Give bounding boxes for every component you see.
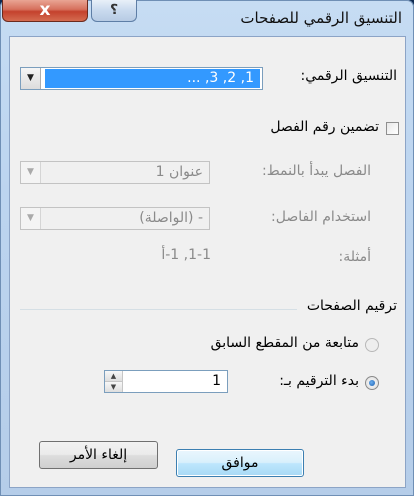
- number-format-label: التنسيق الرقمي:: [300, 68, 398, 84]
- chevron-down-icon[interactable]: ▼: [21, 162, 41, 183]
- chapter-style-value: عنوان 1: [155, 164, 203, 180]
- separator-label: استخدام الفاصل:: [271, 209, 371, 225]
- chapter-style-label: الفصل يبدأ بالنمط:: [262, 163, 371, 179]
- spinner-buttons: ▲ ▼: [105, 371, 123, 392]
- close-icon: x: [39, 0, 51, 20]
- help-icon: ؟: [109, 2, 119, 18]
- chevron-down-icon[interactable]: ▼: [21, 68, 41, 89]
- examples-label: أمثلة:: [338, 249, 371, 265]
- dialog-body: التنسيق الرقمي: 1, 2, 3, ... ▼ تضمين رقم…: [9, 36, 406, 488]
- number-format-dropdown[interactable]: 1, 2, 3, ... ▼: [20, 67, 263, 90]
- continue-label: متابعة من المقطع السابق: [210, 335, 359, 351]
- group-divider: [20, 309, 297, 310]
- separator-dropdown[interactable]: - (الواصلة) ▼: [20, 207, 210, 230]
- page-numbering-heading: ترقيم الصفحات: [306, 298, 397, 314]
- radio-selected-dot: [369, 380, 375, 386]
- spin-up-icon[interactable]: ▲: [105, 371, 122, 381]
- start-at-value: 1: [212, 373, 221, 389]
- cancel-button[interactable]: إلغاء الأمر: [39, 441, 158, 469]
- chapter-style-dropdown[interactable]: عنوان 1 ▼: [20, 161, 210, 184]
- title-bar[interactable]: x ؟ التنسيق الرقمي للصفحات: [0, 0, 414, 36]
- dialog-window: x ؟ التنسيق الرقمي للصفحات التنسيق الرقم…: [0, 0, 414, 496]
- chevron-down-icon[interactable]: ▼: [21, 208, 41, 229]
- include-chapter-checkbox[interactable]: [386, 122, 399, 135]
- include-chapter-label: تضمين رقم الفصل: [270, 119, 379, 135]
- spin-down-icon[interactable]: ▼: [105, 381, 122, 392]
- start-at-label: بدء الترقيم بـ:: [279, 373, 359, 389]
- start-at-radio[interactable]: [365, 376, 379, 390]
- number-format-value: 1, 2, 3, ...: [45, 69, 260, 88]
- close-button[interactable]: x: [2, 0, 88, 22]
- separator-value: - (الواصلة): [139, 210, 203, 226]
- examples-value: 1-1, 1-أ: [161, 247, 211, 263]
- continue-radio[interactable]: [365, 338, 379, 352]
- start-at-spinner[interactable]: 1 ▲ ▼: [104, 370, 228, 393]
- help-button[interactable]: ؟: [91, 0, 137, 22]
- dialog-title: التنسيق الرقمي للصفحات: [240, 9, 402, 27]
- ok-button[interactable]: موافق: [176, 449, 304, 477]
